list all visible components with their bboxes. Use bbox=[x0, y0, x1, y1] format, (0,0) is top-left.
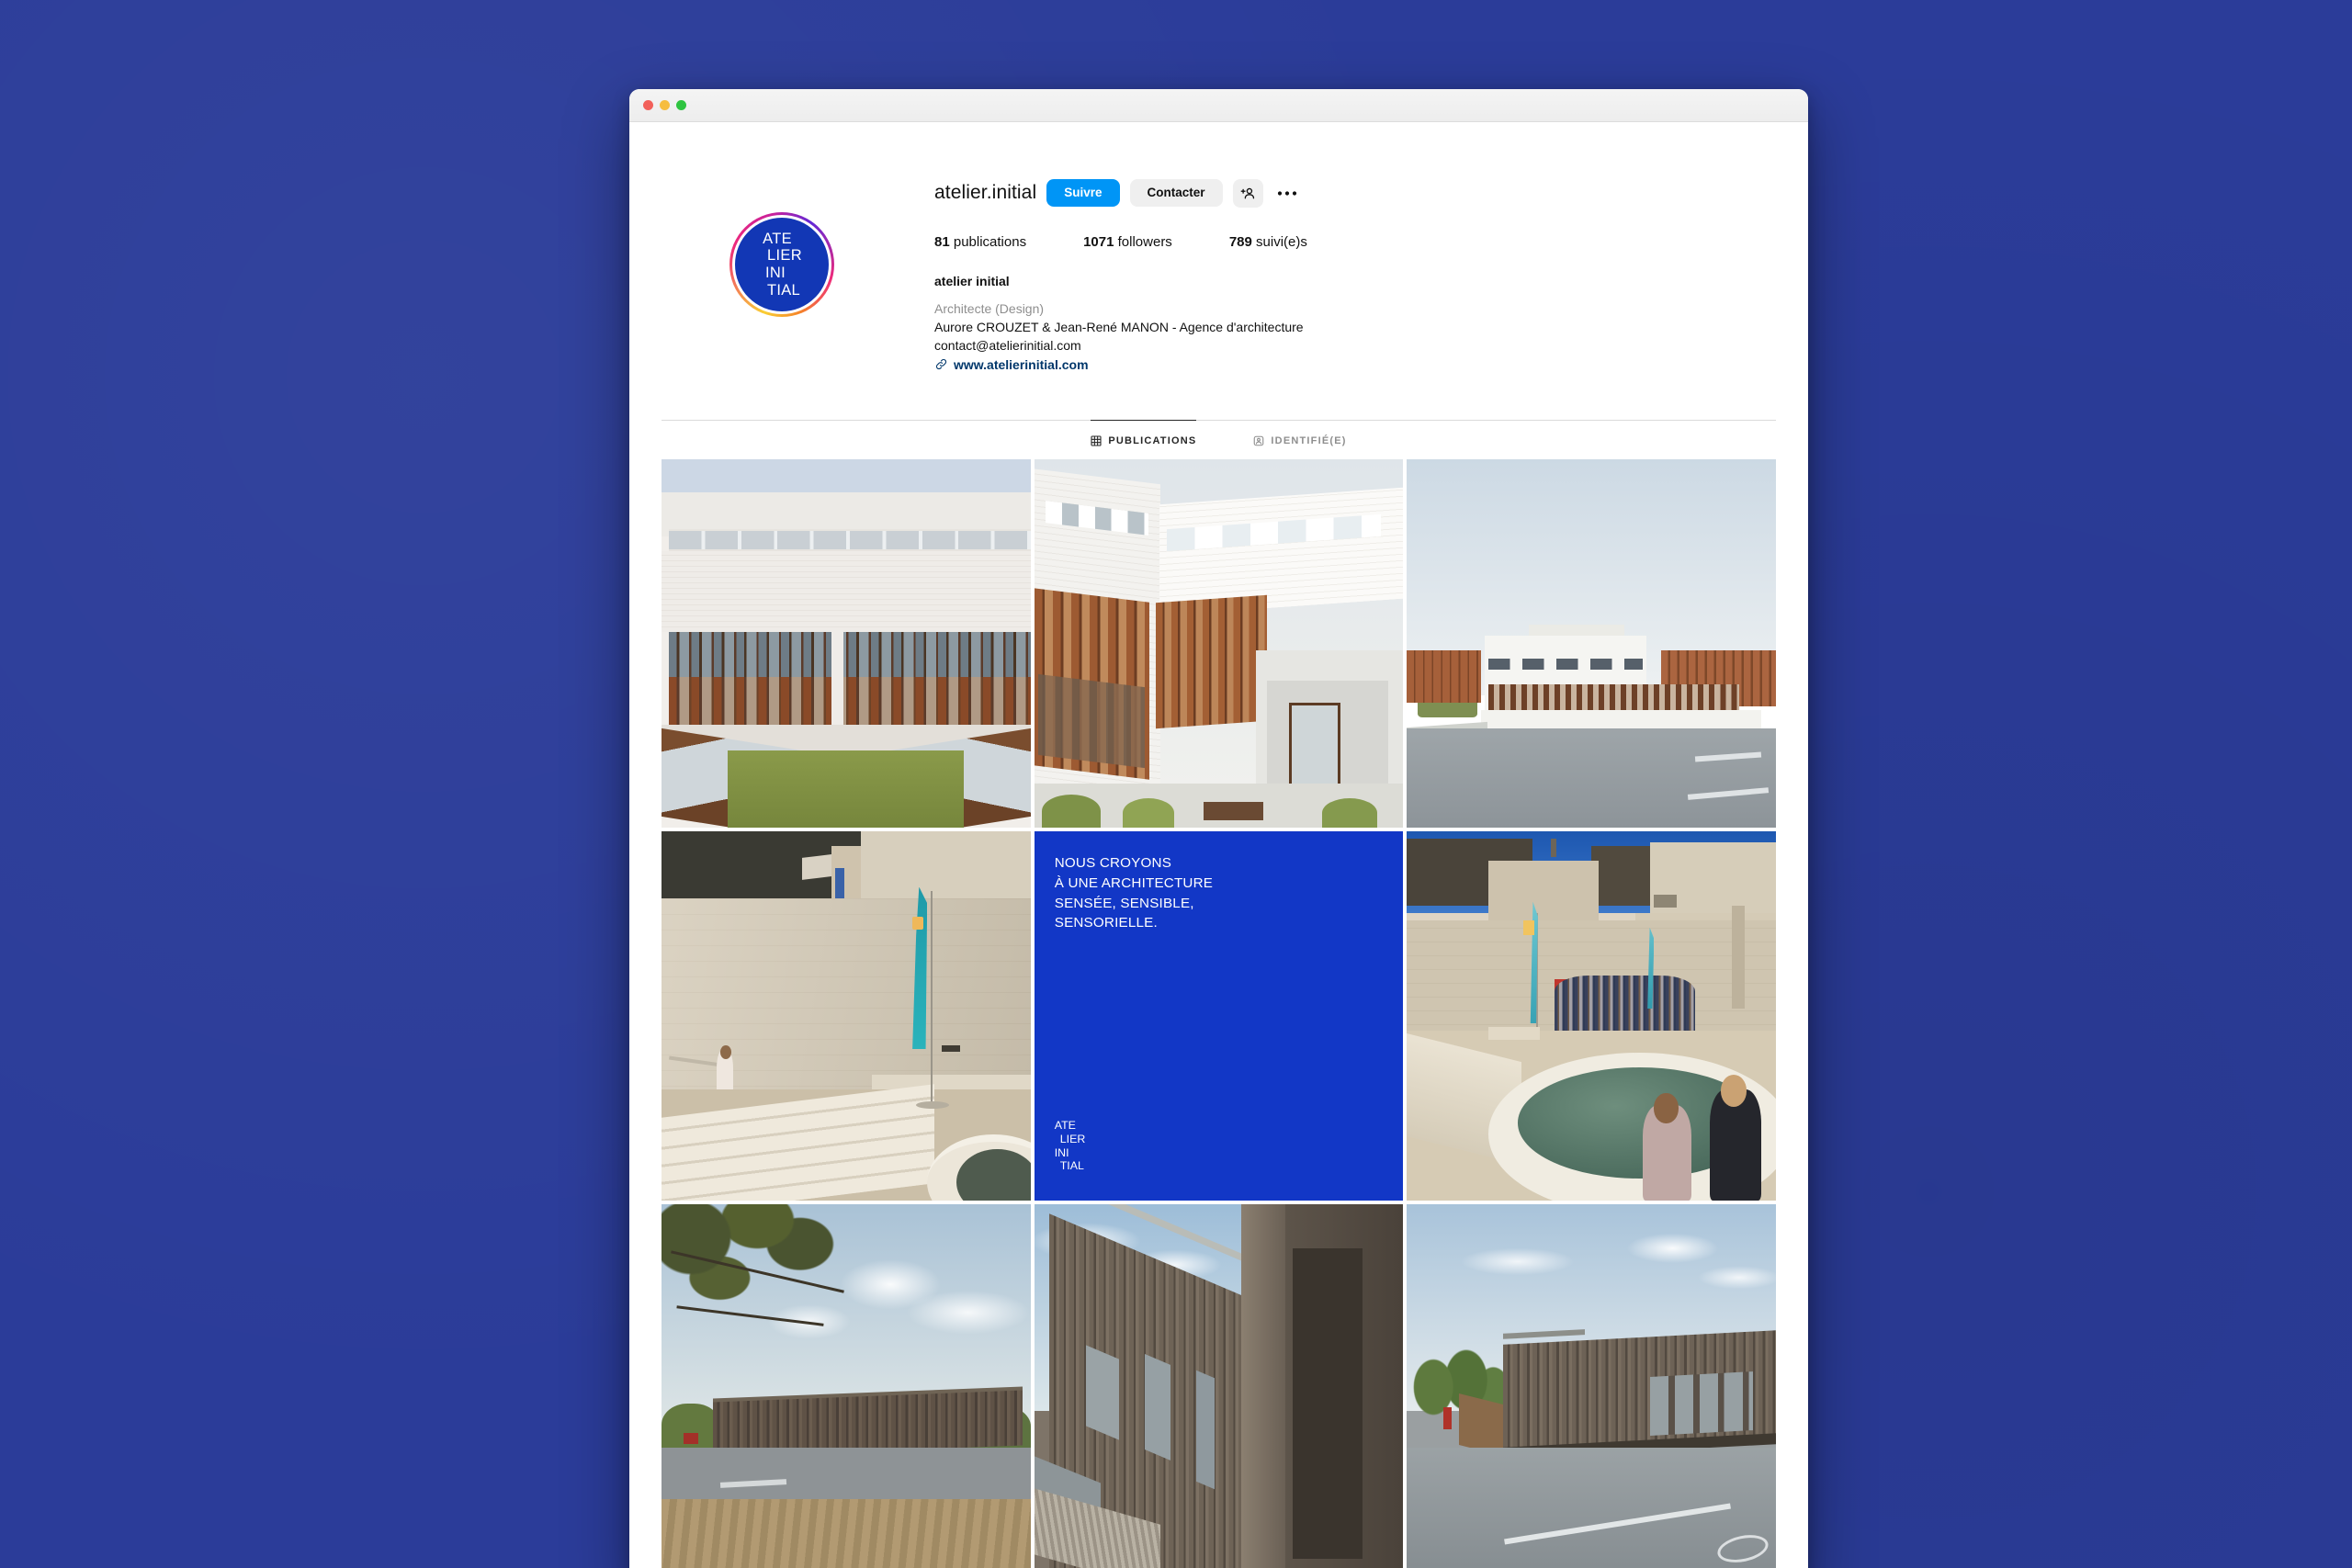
grid-post-6[interactable] bbox=[1407, 831, 1776, 1201]
stat-following-value: 789 bbox=[1228, 234, 1252, 250]
posts-grid: NOUS CROYONS À UNE ARCHITECTURE SENSÉE, … bbox=[662, 458, 1776, 1568]
avatar-column: ATE LIER INI TIAL bbox=[629, 177, 934, 372]
profile-category: Architecte (Design) bbox=[934, 301, 1045, 316]
stat-following[interactable]: 789 suivi(e)s bbox=[1229, 234, 1307, 250]
stat-followers-value: 1071 bbox=[1083, 234, 1114, 250]
username-row: atelier.initial Suivre Contacter bbox=[934, 177, 1808, 209]
profile-website-row[interactable]: www.atelierinitial.com bbox=[934, 357, 1808, 372]
tile-logo-line-1: ATE bbox=[1054, 1119, 1076, 1133]
grid-post-7[interactable] bbox=[662, 1203, 1031, 1568]
grid-icon bbox=[1091, 435, 1102, 446]
grid-post-8[interactable] bbox=[1034, 1203, 1404, 1568]
window-titlebar bbox=[629, 89, 1808, 122]
add-person-button[interactable] bbox=[1232, 178, 1263, 208]
post-4-image bbox=[662, 831, 1031, 1201]
grid-post-2[interactable] bbox=[1034, 458, 1404, 829]
profile-tabs: PUBLICATIONS IDENTIFIÉ(E) bbox=[662, 419, 1776, 459]
tab-tagged-label: IDENTIFIÉ(E) bbox=[1271, 434, 1347, 446]
grid-post-9[interactable] bbox=[1407, 1203, 1776, 1568]
avatar-inner: ATE LIER INI TIAL bbox=[732, 215, 831, 314]
follow-button[interactable]: Suivre bbox=[1046, 179, 1120, 207]
post-2-image bbox=[1034, 458, 1404, 829]
avatar-line-1: ATE bbox=[763, 230, 792, 247]
close-window-button[interactable] bbox=[643, 100, 653, 110]
profile-bio-line-2: contact@atelierinitial.com bbox=[934, 337, 1081, 353]
profile-full-name: atelier initial bbox=[934, 274, 1010, 288]
grid-post-1[interactable] bbox=[662, 458, 1031, 829]
stat-publications-value: 81 bbox=[934, 234, 950, 250]
stat-followers[interactable]: 1071 followers bbox=[1083, 234, 1172, 250]
instagram-profile-page: ATE LIER INI TIAL atelier.initial Suivre… bbox=[629, 122, 1808, 1568]
avatar-line-4: TIAL bbox=[766, 281, 801, 299]
tile-logo-line-2: LIER bbox=[1059, 1132, 1086, 1145]
grid-post-4[interactable] bbox=[662, 831, 1031, 1201]
post-1-image bbox=[662, 458, 1031, 829]
contact-button[interactable]: Contacter bbox=[1129, 179, 1223, 207]
post-5-quote-tile: NOUS CROYONS À UNE ARCHITECTURE SENSÉE, … bbox=[1034, 831, 1404, 1201]
quote-line-4: SENSORIELLE. bbox=[1054, 915, 1158, 931]
tagged-person-icon bbox=[1254, 435, 1264, 446]
tab-publications-label: PUBLICATIONS bbox=[1108, 434, 1197, 446]
tab-publications[interactable]: PUBLICATIONS bbox=[1091, 419, 1197, 459]
add-person-icon bbox=[1240, 187, 1254, 198]
link-icon bbox=[935, 359, 947, 370]
profile-header: ATE LIER INI TIAL atelier.initial Suivre… bbox=[629, 122, 1808, 372]
stat-publications[interactable]: 81 publications bbox=[934, 234, 1026, 250]
more-options-button[interactable] bbox=[1273, 179, 1301, 207]
stat-followers-label: followers bbox=[1117, 234, 1172, 250]
story-ring[interactable]: ATE LIER INI TIAL bbox=[729, 212, 834, 317]
quote-text: NOUS CROYONS À UNE ARCHITECTURE SENSÉE, … bbox=[1055, 853, 1382, 932]
avatar[interactable]: ATE LIER INI TIAL bbox=[735, 218, 829, 311]
profile-website-link[interactable]: www.atelierinitial.com bbox=[954, 357, 1089, 372]
more-options-icon bbox=[1277, 190, 1296, 196]
tab-tagged[interactable]: IDENTIFIÉ(E) bbox=[1253, 420, 1346, 459]
profile-info-column: atelier.initial Suivre Contacter 81 publ… bbox=[934, 177, 1808, 372]
grid-post-5[interactable]: NOUS CROYONS À UNE ARCHITECTURE SENSÉE, … bbox=[1034, 831, 1404, 1201]
minimize-window-button[interactable] bbox=[660, 100, 670, 110]
tile-logo-line-3: INI bbox=[1054, 1145, 1069, 1159]
post-3-image bbox=[1407, 458, 1776, 829]
avatar-line-3: INI bbox=[765, 265, 786, 281]
zoom-window-button[interactable] bbox=[676, 100, 686, 110]
profile-bio-line-1: Aurore CROUZET & Jean-René MANON - Agenc… bbox=[934, 319, 1304, 334]
grid-post-3[interactable] bbox=[1407, 458, 1776, 829]
quote-line-1: NOUS CROYONS bbox=[1054, 855, 1172, 872]
browser-window: ATE LIER INI TIAL atelier.initial Suivre… bbox=[629, 89, 1808, 1568]
post-8-image bbox=[1034, 1203, 1404, 1568]
tile-logo: ATE LIER INI TIAL bbox=[1055, 1119, 1086, 1173]
stat-following-label: suivi(e)s bbox=[1256, 234, 1307, 250]
quote-line-3: SENSÉE, SENSIBLE, bbox=[1054, 895, 1194, 911]
post-7-image bbox=[662, 1203, 1031, 1568]
tile-logo-line-4: TIAL bbox=[1059, 1159, 1084, 1173]
avatar-line-2: LIER bbox=[767, 247, 802, 265]
quote-line-2: À UNE ARCHITECTURE bbox=[1054, 874, 1214, 891]
post-9-image bbox=[1407, 1203, 1776, 1568]
stat-publications-label: publications bbox=[953, 234, 1027, 250]
profile-username: atelier.initial bbox=[934, 182, 1037, 203]
post-6-image bbox=[1407, 831, 1776, 1201]
profile-stats: 81 publications 1071 followers 789 suivi… bbox=[934, 234, 1808, 250]
